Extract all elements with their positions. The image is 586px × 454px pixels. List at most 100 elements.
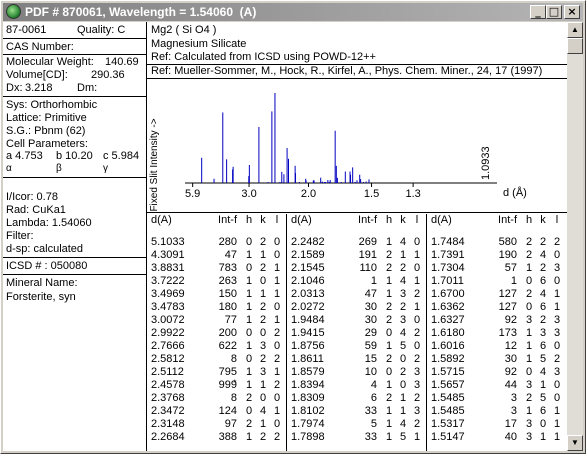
l-index-cell: 1	[553, 418, 561, 430]
l-index-cell: 2	[273, 353, 281, 365]
l-header: l	[415, 214, 419, 226]
intensity-cell: 110	[359, 262, 377, 274]
globe-icon[interactable]	[6, 4, 21, 19]
l-index-cell: 0	[273, 340, 281, 352]
cell-parameters-label: Cell Parameters:	[6, 138, 88, 150]
l-index-cell: 1	[273, 288, 281, 300]
d-spacing-header: d(A)	[151, 214, 172, 226]
intensity-cell: 3	[510, 405, 517, 417]
d-spacing-cell: 2.3148	[151, 418, 185, 430]
l-index-cell: 1	[273, 366, 281, 378]
dx-label: Dx:	[6, 82, 23, 94]
intensity-cell: 200	[218, 327, 237, 339]
cell-c: c 5.984	[103, 150, 140, 162]
d-spacing-cell: 2.0272	[291, 301, 325, 313]
d-spacing-cell: 1.7484	[431, 236, 465, 248]
d-spacing-cell: 2.3768	[151, 392, 185, 404]
l-index-cell: 3	[553, 262, 561, 274]
divider	[147, 212, 567, 213]
intensity-cell: 795	[218, 366, 237, 378]
close-button[interactable]: ×	[564, 5, 580, 19]
l-index-cell: 1	[413, 301, 421, 313]
x-tick-label: 5.9	[185, 188, 200, 200]
x-tick-label: 3.0	[241, 188, 256, 200]
l-index-cell: 3	[553, 366, 561, 378]
maximize-button[interactable]: □	[546, 5, 562, 19]
intensity-cell: 92	[504, 314, 517, 326]
l-index-cell: 1	[273, 275, 281, 287]
strongest-peak-marker: *	[233, 378, 237, 388]
d-spacing-cell: 1.8394	[291, 379, 325, 391]
l-index-cell: 1	[553, 431, 561, 443]
cell-gamma: γ	[103, 163, 108, 174]
d-spacing-cell: 1.6362	[431, 301, 465, 313]
minimize-button[interactable]: _	[530, 5, 546, 19]
l-index-cell: 1	[273, 314, 281, 326]
intensity-cell: 999	[218, 379, 237, 391]
intensity-cell: 29	[364, 327, 377, 339]
intensity-cell: 33	[364, 431, 377, 443]
l-index-cell: 2	[413, 288, 421, 300]
x-tick-label: 1.5	[364, 188, 379, 200]
diffraction-pattern-chart: Fixed Slit Intensity -> 5.9 3.0 2.0 1.5 1.3 …	[149, 93, 527, 212]
d-spacing-cell: 1.5317	[431, 418, 465, 430]
cell-beta: β	[56, 163, 62, 174]
l-index-cell: 1	[553, 301, 561, 313]
l-index-cell: 1	[273, 262, 281, 274]
d-spacing-cell: 1.9484	[291, 314, 325, 326]
intensity-cell: 150	[218, 288, 237, 300]
d-spacing-cell: 1.7391	[431, 249, 465, 261]
title-bar[interactable]: PDF # 870061, Wavelength = 1.54060 (A) _…	[3, 3, 583, 21]
reference-2: Ref: Mueller-Sommer, M., Hock, R., Kirfe…	[151, 65, 543, 77]
intensity-cell: 1	[370, 275, 377, 287]
lattice: Lattice: Primitive	[6, 112, 87, 124]
intensity-header: Int-f	[358, 214, 377, 226]
d-spacing-cell: 1.8611	[291, 353, 324, 365]
d-spacing-cell: 1.7974	[291, 418, 325, 430]
vertical-scrollbar[interactable]: ▲ ▼	[567, 22, 583, 451]
d-spacing-cell: 2.2482	[291, 236, 325, 248]
d-spacing-cell: 2.5112	[151, 366, 184, 378]
d-spacing-cell: 1.6327	[431, 314, 465, 326]
scroll-thumb[interactable]	[567, 38, 583, 54]
intensity-cell: 47	[224, 249, 237, 261]
d-spacing-cell: 2.7666	[151, 340, 185, 352]
client-area: 87-0061 Quality: C CAS Number: Molecular…	[3, 22, 583, 451]
scroll-down-button[interactable]: ▼	[567, 435, 583, 451]
intensity-cell: 57	[504, 262, 517, 274]
mol-weight-value: 140.69	[105, 56, 139, 68]
d-spacing-cell: 1.8309	[291, 392, 325, 404]
l-index-cell: 2	[413, 418, 421, 430]
pdf-number: 87-0061	[6, 24, 47, 36]
l-index-cell: 3	[553, 314, 561, 326]
divider	[3, 257, 146, 258]
d-spacing-cell: 2.1589	[291, 249, 325, 261]
d-spacing-cell: 2.0313	[291, 288, 325, 300]
d-spacing-cell: 1.5892	[431, 353, 465, 365]
intensity-cell: 17	[504, 418, 517, 430]
crystal-system: Sys: Orthorhombic	[6, 99, 98, 111]
lambda: Lambda: 1.54060	[6, 217, 92, 229]
d-spacing-cell: 2.5812	[151, 353, 185, 365]
l-index-cell: 2	[273, 379, 281, 391]
intensity-cell: 30	[364, 301, 377, 313]
scroll-up-button[interactable]: ▲	[567, 22, 583, 38]
x-tick-label: 1.3	[405, 188, 420, 200]
l-index-cell: 2	[413, 353, 421, 365]
l-index-cell: 0	[413, 236, 421, 248]
intensity-cell: 622	[218, 340, 237, 352]
peak-bars	[201, 93, 370, 183]
reference-1: Ref: Calculated from ICSD using POWD-12+…	[151, 51, 376, 63]
d-spacing-cell: 1.8579	[291, 366, 325, 378]
l-index-cell: 2	[273, 327, 281, 339]
right-panel: Mg2 ( Si O4 ) Magnesium Silicate Ref: Ca…	[147, 22, 567, 451]
cas-number-label: CAS Number:	[6, 41, 74, 53]
l-index-cell: 0	[553, 392, 561, 404]
formula: Mg2 ( Si O4 )	[151, 24, 217, 36]
annotation-label: 1.0933	[480, 146, 492, 180]
quality: Quality: C	[77, 24, 126, 36]
d-spacing-cell: 1.5715	[431, 366, 465, 378]
d-spacing-cell: 1.9415	[291, 327, 325, 339]
intensity-header: Int-f	[498, 214, 517, 226]
intensity-cell: 44	[504, 379, 517, 391]
